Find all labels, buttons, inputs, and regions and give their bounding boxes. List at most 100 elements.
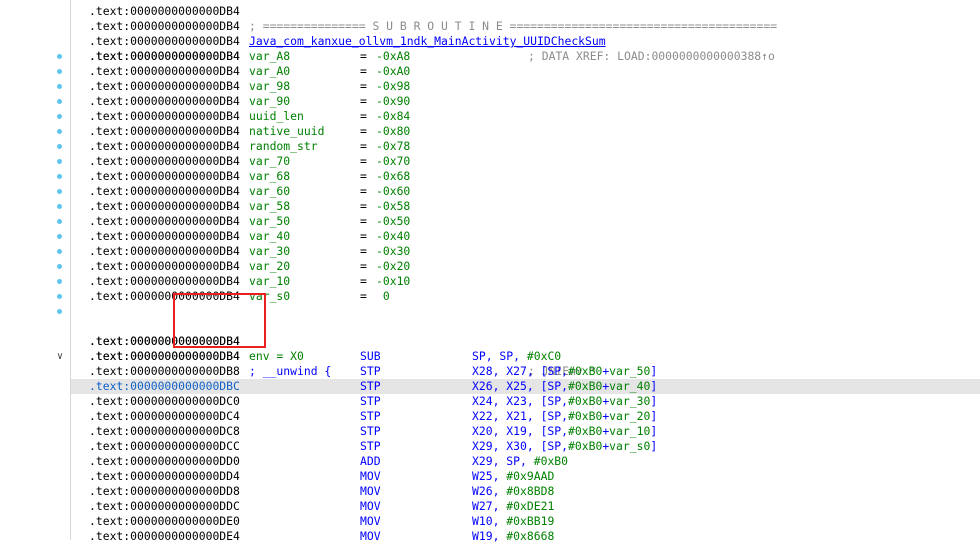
listing-row[interactable]: .text:0000000000000DB4 var_60 = -0x60 — [57, 184, 980, 199]
operands[interactable]: W25, #0x9AAD — [472, 469, 554, 484]
breakpoint-dot-icon[interactable] — [57, 264, 62, 269]
listing-row[interactable]: .text:0000000000000DD0 ADD X29, SP, #0xB0 — [71, 454, 980, 469]
listing-row[interactable]: .text:0000000000000DB4 — [71, 34, 980, 63]
stack-variable-name[interactable]: var_40 — [249, 229, 290, 244]
listing-row[interactable]: .text:0000000000000DB4 var_68 = -0x68 — [57, 169, 980, 184]
stack-variable-name[interactable]: var_98 — [249, 79, 290, 94]
operands[interactable]: SP, SP, #0xC0 — [472, 349, 561, 364]
listing-row[interactable]: .text:0000000000000DB4 ; DATA XREF: LOAD… — [71, 19, 980, 63]
listing-row[interactable]: .text:0000000000000DCC STP X29, X30, [SP,#… — [71, 439, 980, 454]
breakpoint-dot-icon[interactable] — [57, 69, 62, 74]
stack-offset: -0x50 — [376, 214, 411, 228]
breakpoint-dot-icon[interactable] — [57, 204, 62, 209]
listing-row[interactable]: .text:0000000000000DB4 var_70 = -0x70 — [57, 154, 980, 169]
mnemonic[interactable]: MOV — [360, 529, 381, 544]
breakpoint-dot-icon[interactable] — [57, 84, 62, 89]
listing-row[interactable]: .text:0000000000000DB4 var_90 = -0x90 — [57, 94, 980, 109]
listing-row[interactable]: .text:0000000000000DB4 random_str = -0x78 — [57, 139, 980, 154]
mnemonic[interactable]: MOV — [360, 499, 381, 514]
operands[interactable]: X29, SP, #0xB0 — [472, 454, 568, 469]
listing-row[interactable]: .text:0000000000000DB4 var_98 = -0x98 — [57, 79, 980, 94]
operands[interactable]: X20, X19, [SP,#0xB0+var_10] — [472, 424, 657, 439]
breakpoint-dot-icon[interactable] — [57, 234, 62, 239]
stack-variable-name[interactable]: var_58 — [249, 199, 290, 214]
breakpoint-dot-icon[interactable] — [57, 219, 62, 224]
listing-row-selected[interactable]: .text:0000000000000DBC STP X26, X25, [SP,#… — [71, 379, 980, 394]
stack-variable-name[interactable]: var_10 — [249, 274, 290, 289]
listing-row[interactable]: .text:0000000000000DC4 STP X22, X21, [SP,#… — [71, 409, 980, 424]
mnemonic[interactable]: STP — [360, 364, 381, 379]
listing-row[interactable]: .text:0000000000000DB8 STP X28, X27, [SP,#… — [71, 364, 980, 379]
operands[interactable]: W10, #0xBB19 — [472, 514, 554, 529]
stack-variable-name[interactable]: var_A0 — [249, 64, 290, 79]
listing-row[interactable]: .text:0000000000000DB4 var_58 = -0x58 — [57, 199, 980, 214]
operands[interactable]: X29, X30, [SP,#0xB0+var_s0] — [472, 439, 657, 454]
equals-sign: = — [360, 229, 367, 243]
stack-variable-name[interactable]: var_60 — [249, 184, 290, 199]
breakpoint-dot-icon[interactable] — [57, 279, 62, 284]
listing-row[interactable]: .text:0000000000000DE4 MOV W19, #0x8668 — [71, 529, 980, 544]
mnemonic[interactable]: STP — [360, 439, 381, 454]
listing-row[interactable]: .text:0000000000000DD8 MOV W26, #0x8BD8 — [71, 484, 980, 499]
disassembly-listing[interactable]: .text:0000000000000DB4 ; ===============… — [57, 0, 980, 544]
mnemonic[interactable]: STP — [360, 379, 381, 394]
stack-variable-name[interactable]: random_str — [249, 139, 318, 154]
listing-row[interactable]: .text:0000000000000DB4 var_30 = -0x30 — [57, 244, 980, 259]
breakpoint-dot-icon[interactable] — [57, 99, 62, 104]
listing-row[interactable]: .text:0000000000000DB4 var_10 = -0x10 — [57, 274, 980, 289]
stack-variable-name[interactable]: native_uuid — [249, 124, 324, 139]
stack-variable-name[interactable]: var_50 — [249, 214, 290, 229]
address: .text:0000000000000DB4 — [89, 79, 240, 93]
listing-row[interactable]: .text:0000000000000DD4 MOV W25, #0x9AAD — [71, 469, 980, 484]
equals-sign: = — [360, 274, 367, 288]
mnemonic[interactable]: ADD — [360, 454, 381, 469]
mnemonic[interactable]: MOV — [360, 469, 381, 484]
operands[interactable]: W27, #0xDE21 — [472, 499, 554, 514]
breakpoint-dot-icon[interactable] — [57, 309, 62, 314]
collapse-chevron-icon[interactable]: ∨ — [54, 349, 66, 364]
stack-variable-name[interactable]: var_90 — [249, 94, 290, 109]
stack-variable-name[interactable]: var_68 — [249, 169, 290, 184]
breakpoint-dot-icon[interactable] — [57, 144, 62, 149]
breakpoint-dot-icon[interactable] — [57, 129, 62, 134]
listing-row[interactable]: .text:0000000000000DB4 var_A8 = -0xA8 — [57, 49, 980, 64]
breakpoint-dot-icon[interactable] — [57, 249, 62, 254]
stack-variable-name[interactable]: var_70 — [249, 154, 290, 169]
listing-row[interactable]: ∨ .text:0000000000000DB4 SUB SP, SP, #0xC0 — [57, 349, 980, 364]
operands[interactable]: X28, X27, [SP,#0xB0+var_50] — [472, 364, 657, 379]
stack-variable-name[interactable]: var_30 — [249, 244, 290, 259]
operands[interactable]: X26, X25, [SP,#0xB0+var_40] — [472, 379, 657, 394]
listing-row[interactable]: .text:0000000000000DDC MOV W27, #0xDE21 — [71, 499, 980, 514]
mnemonic[interactable]: MOV — [360, 484, 381, 499]
stack-variable-name[interactable]: uuid_len — [249, 109, 304, 124]
listing-row[interactable]: .text:0000000000000DB4 var_A0 = -0xA0 — [57, 64, 980, 79]
breakpoint-dot-icon[interactable] — [57, 294, 62, 299]
mnemonic[interactable]: STP — [360, 424, 381, 439]
listing-row[interactable]: .text:0000000000000DB4 native_uuid = -0x80 — [57, 124, 980, 139]
operands[interactable]: X22, X21, [SP,#0xB0+var_20] — [472, 409, 657, 424]
operands[interactable]: W19, #0x8668 — [472, 529, 554, 544]
breakpoint-dot-icon[interactable] — [57, 159, 62, 164]
breakpoint-dot-icon[interactable] — [57, 114, 62, 119]
operands[interactable]: W26, #0x8BD8 — [472, 484, 554, 499]
listing-row[interactable]: .text:0000000000000DB4 var_20 = -0x20 — [57, 259, 980, 274]
operands[interactable]: X24, X23, [SP,#0xB0+var_30] — [472, 394, 657, 409]
listing-row[interactable]: .text:0000000000000DB4 var_50 = -0x50 — [57, 214, 980, 229]
address: .text:0000000000000DD0 — [89, 454, 240, 468]
listing-row[interactable]: .text:0000000000000DC0 STP X24, X23, [SP,#… — [71, 394, 980, 409]
listing-row[interactable]: .text:0000000000000DB4 Java_com_kanxue_o… — [71, 4, 980, 48]
listing-row[interactable]: .text:0000000000000DB4 uuid_len = -0x84 — [57, 109, 980, 124]
stack-variable-name[interactable]: var_20 — [249, 259, 290, 274]
listing-row[interactable]: .text:0000000000000DE0 MOV W10, #0xBB19 — [71, 514, 980, 529]
mnemonic[interactable]: SUB — [360, 349, 381, 364]
listing-row[interactable]: .text:0000000000000DC8 STP X20, X19, [SP,#… — [71, 424, 980, 439]
listing-row[interactable]: .text:0000000000000DB4 var_40 = -0x40 — [57, 229, 980, 244]
breakpoint-dot-icon[interactable] — [57, 189, 62, 194]
mnemonic[interactable]: STP — [360, 394, 381, 409]
mnemonic[interactable]: STP — [360, 409, 381, 424]
breakpoint-dot-icon[interactable] — [57, 54, 62, 59]
mnemonic[interactable]: MOV — [360, 514, 381, 529]
equals-sign: = — [360, 184, 367, 198]
stack-variable-name[interactable]: var_A8 — [249, 49, 290, 64]
breakpoint-dot-icon[interactable] — [57, 174, 62, 179]
